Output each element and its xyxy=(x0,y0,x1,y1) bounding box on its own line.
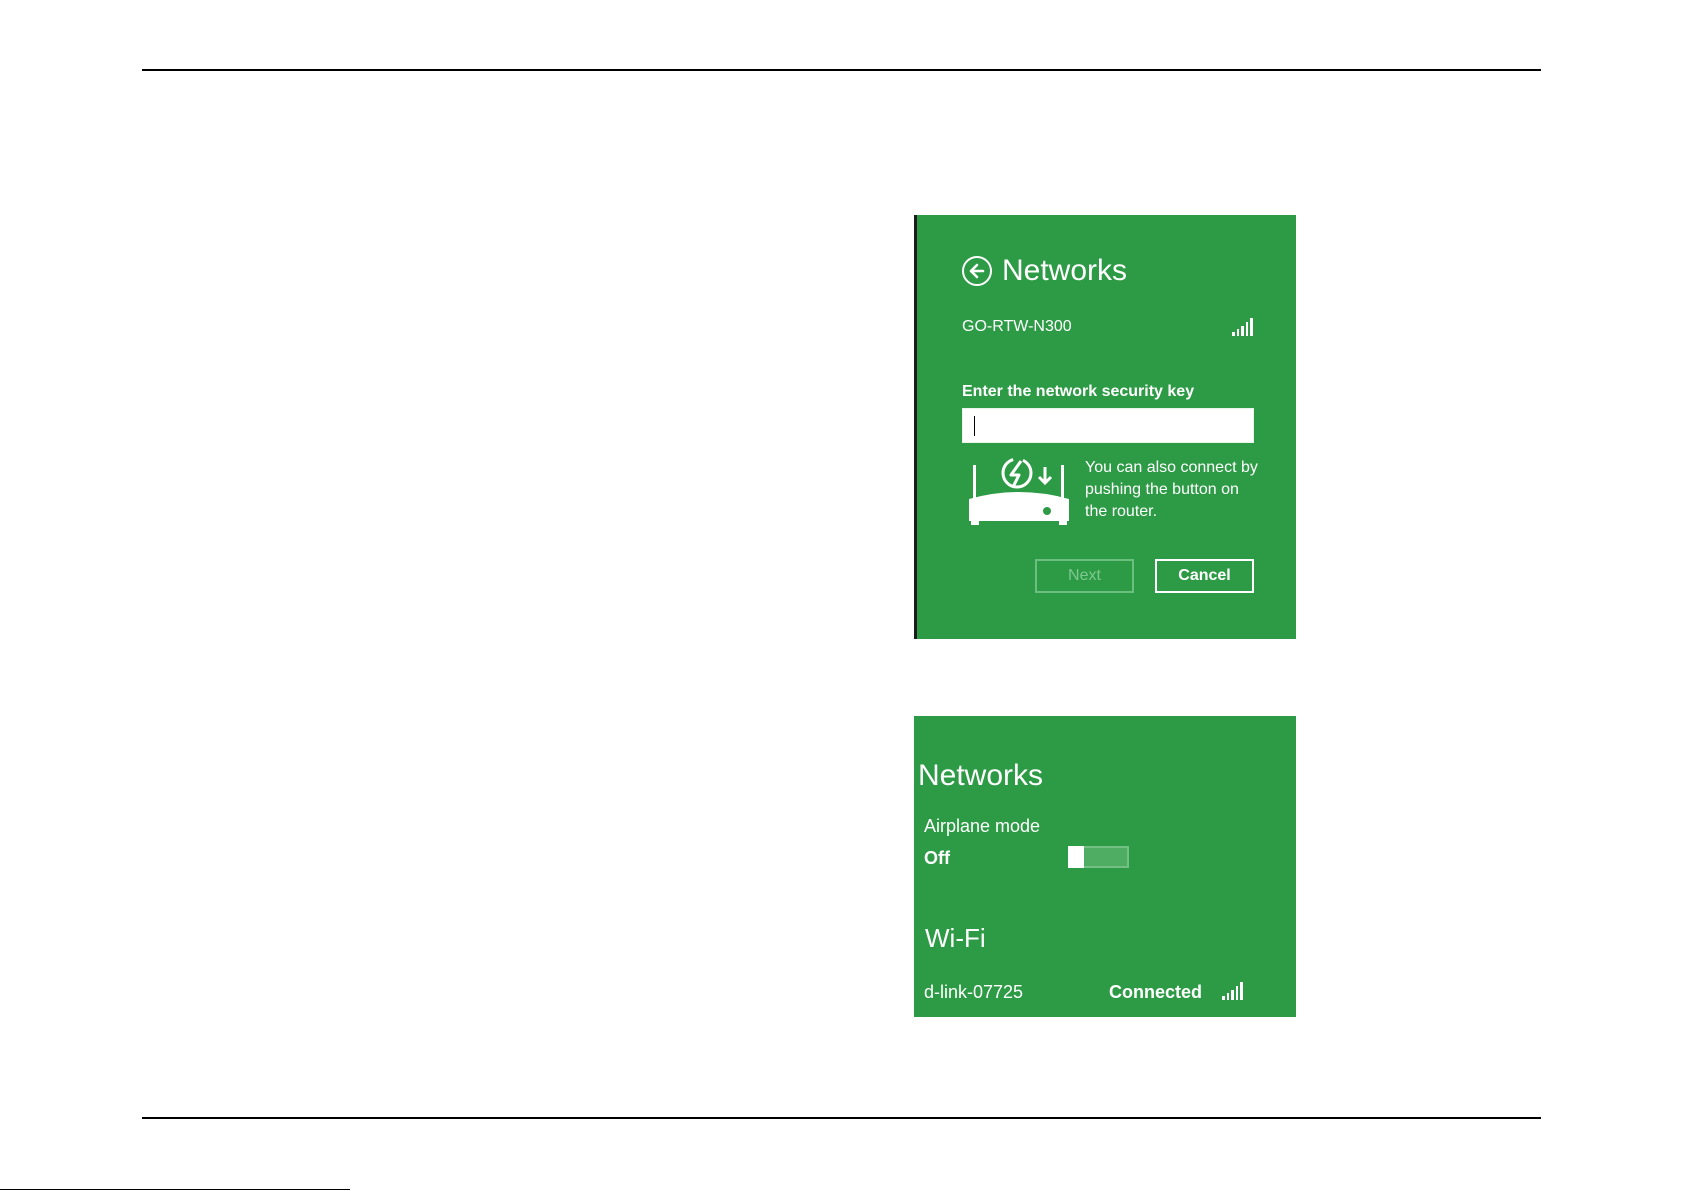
network-item[interactable]: GO-RTW-N300 xyxy=(962,315,1253,339)
text-caret xyxy=(974,416,975,436)
connection-status: Connected xyxy=(1109,982,1203,1002)
networks-panel: Networks Airplane mode Off Wi-Fi d-link-… xyxy=(914,716,1296,1017)
back-to-networks[interactable]: Networks xyxy=(962,251,1127,291)
wifi-signal-bars-icon xyxy=(1222,982,1243,1000)
security-key-panel: Networks GO-RTW-N300 Enter the network s… xyxy=(914,215,1296,639)
network-name: d-link-07725 xyxy=(924,982,1024,1002)
next-button[interactable]: Next xyxy=(1035,559,1134,593)
wifi-signal-bars-icon xyxy=(1232,318,1253,336)
airplane-mode-toggle[interactable] xyxy=(1068,846,1129,868)
network-list-item[interactable]: d-link-07725 Connected xyxy=(924,980,1248,1006)
network-name: GO-RTW-N300 xyxy=(962,318,1072,335)
bottom-rule xyxy=(142,1117,1541,1119)
cancel-button[interactable]: Cancel xyxy=(1155,559,1254,593)
router-wps-icon xyxy=(969,457,1069,525)
arrow-left-circle-icon[interactable] xyxy=(962,256,992,286)
security-key-label: Enter the network security key xyxy=(962,383,1195,400)
footer-line xyxy=(0,1189,350,1190)
toggle-thumb xyxy=(1068,846,1084,868)
panel-title: Networks xyxy=(1002,254,1128,287)
panel-title: Networks xyxy=(918,759,1044,792)
airplane-mode-state: Off xyxy=(924,848,950,868)
wifi-section-heading: Wi-Fi xyxy=(925,923,986,953)
security-key-input[interactable] xyxy=(962,408,1254,443)
wps-instructions: You can also connect by pushing the butt… xyxy=(1085,459,1258,520)
top-rule xyxy=(142,69,1541,71)
airplane-mode-label: Airplane mode xyxy=(924,816,1041,836)
